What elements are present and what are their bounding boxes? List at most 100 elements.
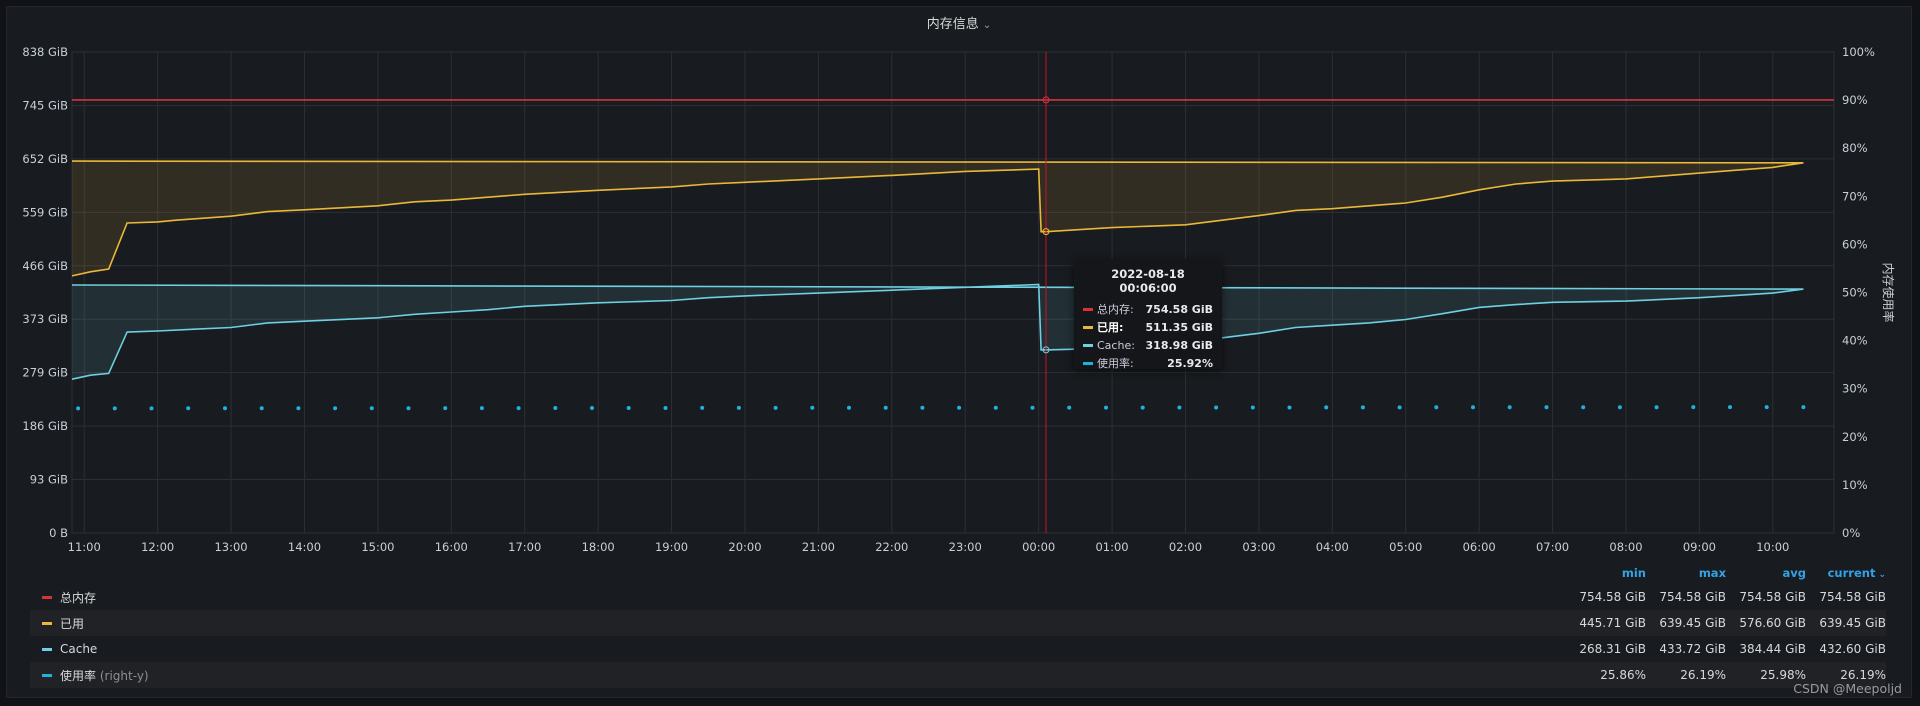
legend-series-name[interactable]: 已用 <box>60 615 1566 632</box>
usage-rate-point <box>223 406 227 411</box>
y-right-tick-label: 100% <box>1842 45 1875 59</box>
y-right-tick-label: 80% <box>1842 141 1868 155</box>
legend-value-max: 639.45 GiB <box>1659 616 1726 630</box>
y-right-axis-label: 内存使用率 <box>1881 262 1896 322</box>
legend-header-current-label: current <box>1827 566 1876 580</box>
usage-rate-point <box>1324 405 1329 410</box>
tooltip-series-value: 511.35 GiB <box>1145 320 1213 334</box>
usage-rate-point <box>1507 405 1512 410</box>
legend-header-max[interactable]: max <box>1646 566 1726 580</box>
tooltip-series-value: 318.98 GiB <box>1145 338 1213 352</box>
usage-rate-point <box>590 406 594 410</box>
usage-rate-point <box>1434 405 1439 410</box>
usage-rate-point <box>1397 405 1402 410</box>
x-tick-label: 11:00 <box>68 540 101 554</box>
series-swatch <box>1083 325 1093 329</box>
tooltip-row: 总内存: 754.58 GiB <box>1083 300 1213 318</box>
x-tick-label: 07:00 <box>1536 540 1569 554</box>
legend-table: min max avg current ⌄ 总内存 754.58 GiB 754.58… <box>30 562 1886 688</box>
legend-value-min: 268.31 GiB <box>1579 642 1646 656</box>
legend-series-name[interactable]: 总内存 <box>60 589 1566 606</box>
legend-header-avg[interactable]: avg <box>1726 566 1807 580</box>
usage-rate-point <box>883 405 888 410</box>
usage-rate-point <box>1691 405 1696 410</box>
series-swatch[interactable] <box>42 673 52 677</box>
y-left-tick-label: 838 GiB <box>22 45 68 59</box>
y-left-tick-label: 373 GiB <box>22 312 68 326</box>
x-tick-label: 20:00 <box>728 540 761 554</box>
y-right-tick-label: 10% <box>1842 478 1868 492</box>
tooltip-row: Cache: 318.98 GiB <box>1083 336 1213 354</box>
series-swatch <box>1083 343 1093 347</box>
usage-rate-point <box>333 406 338 411</box>
legend-header: min max avg current ⌄ <box>30 562 1886 584</box>
usage-rate-point <box>1764 405 1769 410</box>
usage-rate-point <box>810 405 815 410</box>
y-right-tick-label: 60% <box>1842 237 1868 251</box>
legend-row[interactable]: Cache 268.31 GiB 433.72 GiB 384.44 GiB 432.6… <box>30 636 1886 662</box>
legend-row[interactable]: 总内存 754.58 GiB 754.58 GiB 754.58 GiB 754.58 … <box>30 584 1886 610</box>
usage-rate-point <box>1544 405 1549 410</box>
legend-value-max: 754.58 GiB <box>1659 590 1726 604</box>
y-left-tick-label: 279 GiB <box>22 366 68 380</box>
y-right-tick-label: 30% <box>1842 382 1868 396</box>
y-right-tick-label: 90% <box>1842 93 1868 107</box>
hover-tooltip: 2022-08-18 00:06:00 总内存: 754.58 GiB 已用: 511… <box>1074 259 1222 372</box>
usage-rate-point <box>1471 405 1475 410</box>
usage-rate-point <box>296 406 301 411</box>
y-left-tick-label: 652 GiB <box>22 152 68 166</box>
x-tick-label: 17:00 <box>508 540 541 554</box>
legend-value-min: 25.86% <box>1600 668 1646 682</box>
legend-value-avg: 384.44 GiB <box>1739 642 1806 656</box>
x-tick-label: 00:00 <box>1022 540 1055 554</box>
usage-rate-point <box>1801 405 1806 410</box>
usage-rate-point <box>773 405 778 410</box>
legend-value-current: 639.45 GiB <box>1819 616 1886 630</box>
series-swatch[interactable] <box>42 595 52 599</box>
tooltip-series-value: 754.58 GiB <box>1145 302 1213 316</box>
y-left-tick-label: 745 GiB <box>22 98 68 112</box>
legend-series-name[interactable]: Cache <box>60 642 1566 656</box>
legend-value-avg: 754.58 GiB <box>1739 590 1806 604</box>
x-tick-label: 10:00 <box>1756 540 1789 554</box>
tooltip-series-value: 25.92% <box>1167 356 1213 370</box>
legend-header-min[interactable]: min <box>1566 566 1646 580</box>
usage-rate-point <box>1728 405 1732 410</box>
usage-rate-point <box>479 406 484 411</box>
tooltip-series-name: 已用: <box>1097 321 1124 334</box>
tooltip-time: 2022-08-18 00:06:00 <box>1111 267 1185 295</box>
memory-chart[interactable]: 0 B 93 GiB 186 GiB 279 GiB 373 GiB 466 GiB 559… <box>0 0 1920 560</box>
legend-value-current: 26.19% <box>1840 668 1886 682</box>
usage-rate-point <box>369 406 374 411</box>
x-tick-label: 22:00 <box>875 540 908 554</box>
usage-rate-point <box>516 406 521 411</box>
series-swatch[interactable] <box>42 647 52 651</box>
legend-value-max: 26.19% <box>1680 668 1726 682</box>
legend-series-name[interactable]: 使用率 (right-y) <box>60 667 1566 684</box>
usage-rate-point <box>1140 405 1145 410</box>
usage-rate-point <box>1250 405 1255 410</box>
series-swatch <box>1083 361 1093 365</box>
usage-rate-point <box>700 405 705 410</box>
usage-rate-point <box>1214 405 1219 410</box>
y-right-tick-label: 0% <box>1842 526 1860 540</box>
legend-header-current[interactable]: current ⌄ <box>1806 566 1886 580</box>
usage-rate-point <box>443 406 448 411</box>
y-right-tick-label: 20% <box>1842 430 1868 444</box>
usage-rate-point <box>553 406 558 410</box>
legend-row[interactable]: 已用 445.71 GiB 639.45 GiB 576.60 GiB 639.45 G… <box>30 610 1886 636</box>
usage-rate-point <box>1617 405 1622 410</box>
series-swatch[interactable] <box>42 621 52 625</box>
tooltip-row: 使用率: 25.92% <box>1083 354 1213 372</box>
x-tick-label: 01:00 <box>1095 540 1128 554</box>
legend-row[interactable]: 使用率 (right-y) 25.86% 26.19% 25.98% 26.19% <box>30 662 1886 688</box>
y-left-tick-label: 559 GiB <box>22 205 68 219</box>
series-area-1 <box>72 161 1804 533</box>
watermark: CSDN @Meepoljd <box>1793 681 1902 696</box>
x-tick-label: 23:00 <box>949 540 982 554</box>
usage-rate-point <box>847 405 851 410</box>
usage-rate-point <box>1654 405 1659 410</box>
usage-rate-point <box>1360 405 1365 410</box>
legend-axis-tag: (right-y) <box>96 668 149 683</box>
usage-rate-point <box>149 406 154 411</box>
